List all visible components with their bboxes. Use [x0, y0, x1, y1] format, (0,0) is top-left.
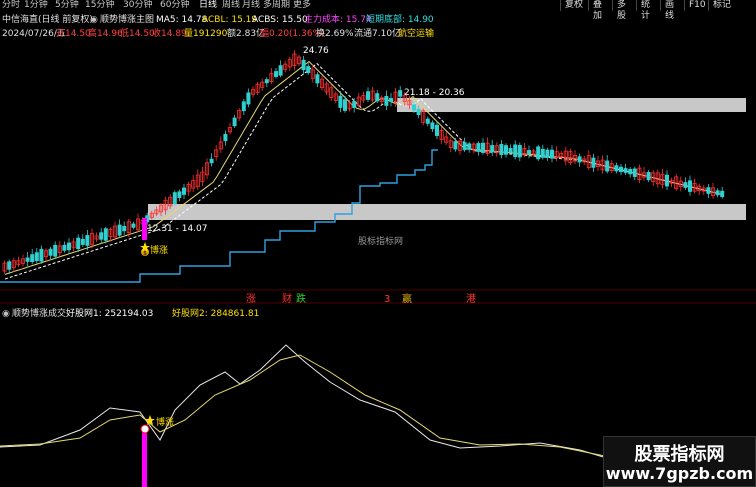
candle — [476, 143, 481, 152]
candle — [619, 166, 624, 173]
watermark-url: www.7gpzb.com — [605, 464, 754, 483]
center-watermark: 股标指标网 — [358, 237, 404, 247]
candle — [536, 146, 541, 160]
candle — [499, 144, 504, 156]
candle — [273, 71, 278, 77]
candle — [48, 248, 53, 256]
candle — [628, 169, 633, 175]
candle — [527, 150, 532, 154]
candle — [103, 228, 108, 241]
candle — [241, 101, 246, 112]
candle — [517, 145, 522, 158]
candle — [503, 145, 508, 155]
candle — [117, 224, 122, 236]
candle — [209, 158, 214, 164]
candle — [411, 104, 416, 111]
candle — [605, 160, 610, 172]
candle — [338, 95, 343, 108]
candle — [715, 190, 720, 196]
candle — [416, 108, 421, 116]
candle — [706, 187, 711, 194]
candle — [131, 223, 136, 228]
candle — [425, 118, 430, 124]
marker-die: 跌 — [296, 294, 306, 305]
sub-signal-label: 博涨 — [156, 418, 175, 428]
candle — [688, 180, 693, 192]
candle — [264, 79, 269, 84]
watermark-title: 股票指标网 — [634, 444, 725, 465]
candle — [632, 168, 637, 177]
marker-cai: 财 — [282, 294, 292, 305]
candle — [462, 142, 467, 151]
candle — [375, 93, 380, 102]
candle — [720, 190, 725, 198]
candle — [85, 235, 90, 246]
candle — [352, 101, 357, 108]
candle — [490, 145, 495, 153]
signal-coin-glyph: $ — [143, 250, 147, 257]
sub-indicator-name: 顺势博涨成交 — [12, 309, 67, 319]
candle — [540, 148, 545, 158]
candle — [513, 144, 518, 158]
marker-ying: 赢 — [402, 294, 412, 305]
candle — [577, 156, 582, 163]
candle — [614, 165, 619, 172]
sub-circle-icon[interactable]: ◉ — [2, 309, 10, 320]
sub-signal-bar — [142, 430, 147, 487]
signal-label: 博涨 — [150, 246, 169, 256]
marker-3: 3 — [384, 294, 391, 305]
candle — [315, 74, 320, 84]
candle — [398, 90, 403, 97]
candle — [30, 254, 35, 263]
candle — [467, 143, 472, 150]
candle — [545, 149, 550, 158]
candle — [172, 192, 177, 204]
candle — [365, 91, 370, 100]
lower-zone-label: 12.31 - 14.07 — [147, 224, 208, 234]
candle — [342, 99, 347, 111]
candle — [683, 182, 688, 188]
candle — [122, 225, 127, 232]
support-zone — [148, 204, 746, 220]
candle — [223, 133, 228, 142]
candle — [39, 248, 44, 262]
candle — [99, 232, 104, 240]
candle — [306, 66, 311, 74]
candle — [665, 174, 670, 187]
candle — [181, 187, 186, 195]
candle — [232, 117, 237, 127]
candle — [388, 98, 393, 102]
upper-zone-label: 21.18 - 20.36 — [404, 88, 465, 98]
candle — [76, 237, 81, 250]
marker-gang: 港 — [466, 294, 476, 305]
marker-zhang: 涨 — [246, 294, 256, 305]
candle — [430, 122, 435, 130]
candle — [384, 95, 389, 106]
candle — [278, 65, 283, 76]
candle — [434, 124, 439, 136]
resistance-zone — [397, 98, 746, 112]
peak-price-label: 24.76 — [303, 46, 329, 56]
candle — [508, 148, 513, 153]
candle — [53, 244, 58, 257]
candle — [25, 257, 30, 262]
candle — [34, 252, 39, 262]
sub-value-2: 好股网2: 284861.81 — [172, 309, 260, 319]
sub-value-1: 好股网1: 252194.03 — [66, 309, 154, 319]
candle — [7, 261, 12, 270]
candle — [591, 157, 596, 168]
site-watermark: 股票指标网 www.7gpzb.com — [603, 436, 756, 487]
sub-signal-dot-icon — [140, 424, 150, 434]
candle — [62, 244, 67, 251]
candle — [646, 172, 651, 181]
candle — [550, 149, 555, 159]
candle — [177, 191, 182, 198]
candle — [453, 141, 458, 150]
candle — [623, 168, 628, 173]
candle — [301, 59, 306, 71]
candle — [480, 142, 485, 153]
candle — [67, 242, 72, 251]
candle — [80, 238, 85, 245]
candle — [246, 92, 251, 105]
